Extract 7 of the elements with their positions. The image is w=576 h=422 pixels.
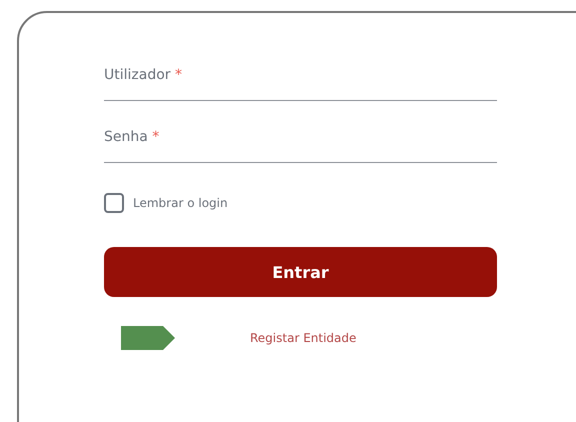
- register-link[interactable]: Registar Entidade: [250, 331, 356, 345]
- field-label: Senha *: [104, 129, 160, 147]
- remember-checkbox[interactable]: [104, 193, 124, 213]
- arrow-tag-icon: [121, 326, 175, 350]
- login-button[interactable]: Entrar: [104, 247, 497, 297]
- remember-label: Lembrar o login: [133, 196, 228, 210]
- field-label: Utilizador *: [104, 67, 183, 85]
